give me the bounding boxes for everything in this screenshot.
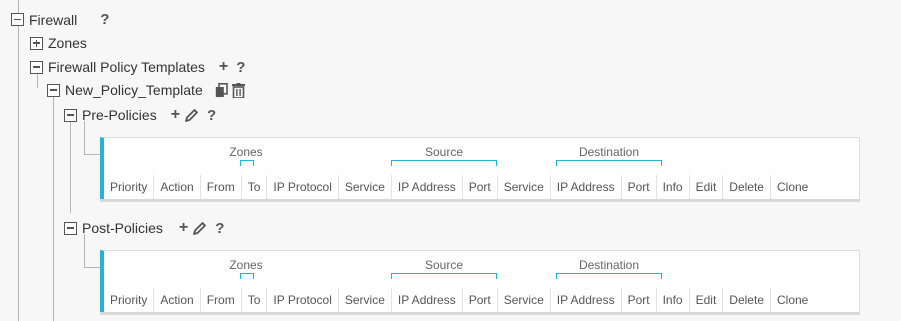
collapse-toggle[interactable] [30, 60, 43, 74]
copy-icon[interactable] [215, 82, 228, 98]
tree-guide-line [70, 121, 71, 213]
post-policies-table: Zones Source Destination Priority Action… [100, 250, 860, 315]
collapse-toggle[interactable] [64, 108, 77, 122]
tree-node-new-policy-template: New_Policy_Template [47, 82, 245, 98]
column-header-clone[interactable]: Clone [771, 288, 814, 312]
add-icon[interactable]: + [179, 219, 188, 237]
column-header-delete[interactable]: Delete [723, 288, 771, 312]
column-header-destination-service[interactable]: Service [498, 175, 551, 199]
column-header-ip-protocol[interactable]: IP Protocol [267, 175, 339, 199]
column-header-priority[interactable]: Priority [104, 175, 155, 199]
column-header-clone[interactable]: Clone [771, 175, 814, 199]
post-policies-label[interactable]: Post-Policies [82, 220, 163, 236]
tree-guide-line [84, 234, 85, 268]
help-icon[interactable]: ? [100, 11, 109, 28]
tree-guide-line [53, 96, 54, 321]
column-header-priority[interactable]: Priority [104, 288, 155, 312]
help-icon[interactable]: ? [236, 59, 245, 76]
zones-label[interactable]: Zones [48, 35, 87, 51]
column-header-edit[interactable]: Edit [690, 175, 724, 199]
column-header-destination-service[interactable]: Service [498, 288, 551, 312]
tree-node-firewall: Firewall ? [11, 11, 109, 28]
add-icon[interactable]: + [171, 106, 180, 124]
column-header-source-port[interactable]: Port [463, 175, 498, 199]
template-label[interactable]: New_Policy_Template [65, 82, 203, 98]
column-header-info[interactable]: Info [657, 288, 690, 312]
column-header-row: Priority Action From To IP Protocol Serv… [104, 288, 814, 312]
zones-group-header: Zones [229, 145, 263, 159]
destination-group-bracket [556, 273, 662, 279]
pencil-icon[interactable] [184, 108, 199, 123]
column-header-ip-protocol[interactable]: IP Protocol [267, 288, 339, 312]
column-header-delete[interactable]: Delete [723, 175, 771, 199]
column-header-from[interactable]: From [201, 175, 242, 199]
source-group-header: Source [424, 258, 464, 272]
column-header-destination-ip-address[interactable]: IP Address [551, 175, 622, 199]
column-header-to[interactable]: To [242, 175, 268, 199]
pencil-icon[interactable] [192, 221, 207, 236]
tree-guide-line [84, 121, 85, 155]
zones-group-header: Zones [229, 258, 263, 272]
tree-guide-line [18, 0, 19, 4]
column-header-destination-port[interactable]: Port [622, 288, 657, 312]
source-group-bracket [391, 273, 497, 279]
collapse-toggle[interactable] [11, 13, 24, 26]
column-header-row: Priority Action From To IP Protocol Serv… [104, 175, 814, 199]
column-header-from[interactable]: From [201, 288, 242, 312]
collapse-toggle[interactable] [47, 83, 60, 97]
firewall-tree-panel: Firewall ? Zones Firewall Policy Templat… [0, 0, 901, 321]
source-group-header: Source [424, 145, 464, 159]
column-header-info[interactable]: Info [657, 175, 690, 199]
column-header-to[interactable]: To [242, 288, 268, 312]
column-header-source-service[interactable]: Service [339, 175, 392, 199]
column-header-source-ip-address[interactable]: IP Address [392, 288, 463, 312]
add-icon[interactable]: + [219, 58, 228, 76]
collapse-toggle[interactable] [64, 221, 77, 235]
tree-node-post-policies: Post-Policies + ? [64, 219, 224, 237]
help-icon[interactable]: ? [207, 107, 216, 124]
expand-toggle[interactable] [30, 36, 43, 50]
pre-policies-label[interactable]: Pre-Policies [82, 107, 157, 123]
zones-group-bracket [240, 160, 254, 166]
help-icon[interactable]: ? [215, 220, 224, 237]
source-group-bracket [391, 160, 497, 166]
tree-node-pre-policies: Pre-Policies + ? [64, 106, 216, 124]
destination-group-header: Destination [578, 145, 640, 159]
zones-group-bracket [240, 273, 254, 279]
tree-guide-line [18, 0, 19, 321]
column-header-destination-port[interactable]: Port [622, 175, 657, 199]
pre-policies-table: Zones Source Destination Priority Action… [100, 137, 860, 202]
tree-node-zones: Zones [30, 35, 87, 51]
column-header-destination-ip-address[interactable]: IP Address [551, 288, 622, 312]
column-header-source-service[interactable]: Service [339, 288, 392, 312]
policy-templates-label[interactable]: Firewall Policy Templates [48, 59, 205, 75]
trash-icon[interactable] [231, 82, 245, 98]
destination-group-header: Destination [578, 258, 640, 272]
column-header-source-port[interactable]: Port [463, 288, 498, 312]
tree-node-policy-templates: Firewall Policy Templates + ? [30, 58, 245, 76]
column-header-edit[interactable]: Edit [690, 288, 724, 312]
column-header-action[interactable]: Action [154, 175, 201, 199]
firewall-label[interactable]: Firewall [29, 12, 77, 28]
column-header-action[interactable]: Action [154, 288, 201, 312]
destination-group-bracket [556, 160, 662, 166]
column-header-source-ip-address[interactable]: IP Address [392, 175, 463, 199]
